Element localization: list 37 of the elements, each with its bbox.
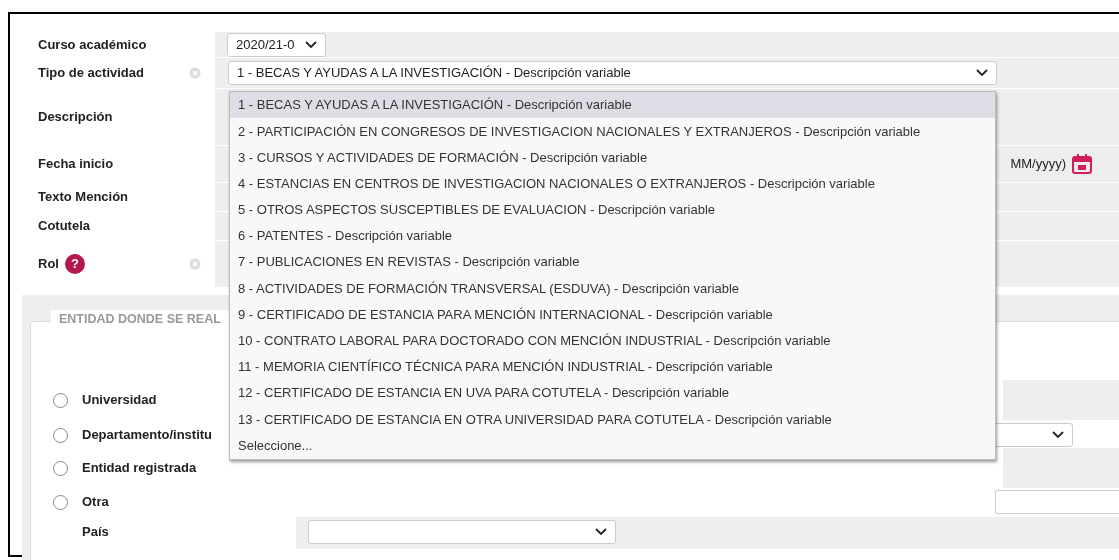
calendar-icon[interactable]	[1072, 154, 1092, 174]
dropdown-option[interactable]: 11 - MEMORIA CIENTÍFICO TÉCNICA PARA MENCIÓN INDUSTRIAL - Descripción variable	[230, 353, 995, 381]
select-field[interactable]: 2020/21-0	[227, 32, 326, 57]
dropdown-option[interactable]: 3 - CURSOS Y ACTIVIDADES DE FORMACIÓN - Descripción variable	[230, 144, 995, 171]
select-field[interactable]: 1 - BECAS Y AYUDAS A LA INVESTIGACIÓN - Descripción variable	[228, 61, 997, 85]
dropdown-option[interactable]: 13 - CERTIFICADO DE ESTANCIA EN OTRA UNIVERSIDAD PARA COTUTELA - Descripción variable	[230, 406, 995, 433]
chevron-icon	[304, 40, 317, 49]
field-label: País	[82, 523, 109, 542]
dropdown-option[interactable]: 10 - CONTRATO LABORAL PARA DOCTORADO CON MENCIÓN INDUSTRIAL - Descripción variable	[230, 327, 995, 354]
chevron-icon	[595, 528, 607, 536]
radio-label: Universidad	[82, 391, 157, 410]
text-field[interactable]	[995, 490, 1119, 514]
radio-label: Entidad registrada	[82, 459, 197, 478]
radio-label: Departamento/institu	[82, 426, 212, 445]
radio-label: Otra	[82, 493, 109, 512]
dropdown-option[interactable]: 9 - CERTIFICADO DE ESTANCIA PARA MENCIÓN INTERNACIONAL - Descripción variable	[230, 301, 995, 328]
field-label: Texto Mención	[38, 188, 129, 207]
dropdown-option[interactable]: 12 - CERTIFICADO DE ESTANCIA EN UVA PARA COTUTELA - Descripción variable	[230, 380, 995, 407]
dropdown-option[interactable]: 7 - PUBLICACIONES EN REVISTAS - Descripción variable	[230, 249, 995, 276]
chevron-icon	[976, 69, 988, 77]
country-select[interactable]	[308, 520, 616, 544]
dropdown-option[interactable]: 2 - PARTICIPACIÓN EN CONGRESOS DE INVESTIGACION NACIONALES Y EXTRANJEROS - Descripción variable	[230, 118, 995, 145]
dropdown-option[interactable]: Seleccione...	[230, 432, 995, 459]
dropdown-option[interactable]: 4 - ESTANCIAS EN CENTROS DE INVESTIGACION NACIONALES O EXTRANJEROS - Descripción variable	[230, 170, 995, 197]
field-label: Rol	[38, 255, 59, 274]
field-label: Cotutela	[38, 217, 90, 236]
dropdown-option[interactable]: 8 - ACTIVIDADES DE FORMACIÓN TRANSVERSAL (ESDUVA) - Descripción variable	[230, 275, 995, 302]
field-label: Curso académico	[38, 35, 147, 54]
field-label: Tipo de actividad	[38, 64, 144, 83]
field-label: Fecha inicio	[38, 155, 114, 174]
dropdown-option[interactable]: 5 - OTROS ASPECTOS SUSCEPTIBLES DE EVALUACION - Descripción variable	[230, 196, 995, 223]
field-label: Descripción	[38, 108, 113, 127]
chevron-icon	[1052, 431, 1064, 439]
help-icon: ?	[64, 254, 85, 274]
dropdown-option[interactable]: 6 - PATENTES - Descripción variable	[230, 222, 995, 250]
dropdown-option[interactable]: 1 - BECAS Y AYUDAS A LA INVESTIGACIÓN - Descripción variable	[230, 92, 995, 119]
date-format-hint: MM/yyyy)	[1010, 155, 1066, 174]
